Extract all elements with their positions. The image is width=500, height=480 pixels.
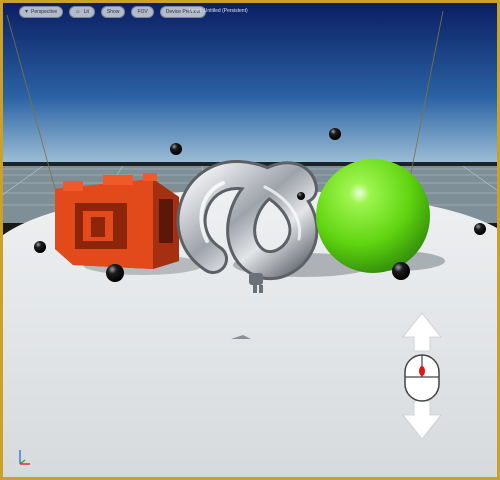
viewmode-button[interactable]: ▾ Perspective	[19, 6, 64, 18]
show-button[interactable]: Show	[100, 6, 126, 18]
lit-button[interactable]: ☼ Lit	[69, 6, 95, 18]
black-ball[interactable]	[329, 128, 341, 140]
show-label: Show	[106, 9, 120, 15]
xyz-axis-icon	[19, 450, 30, 465]
mouse-pan-gizmo-icon[interactable]	[399, 311, 445, 443]
viewport-toolbar: ▾ Perspective ☼ Lit Show FOV Device Prev…	[19, 6, 207, 18]
black-ball[interactable]	[297, 192, 305, 200]
lit-label: Lit	[83, 9, 89, 15]
black-ball[interactable]	[392, 262, 410, 280]
black-ball[interactable]	[474, 223, 486, 235]
fov-button[interactable]: FOV	[131, 6, 154, 18]
black-ball[interactable]	[34, 241, 46, 253]
black-ball[interactable]	[170, 143, 182, 155]
green-sphere-mesh[interactable]	[316, 159, 430, 273]
level-viewport[interactable]: ▾ Perspective ☼ Lit Show FOV Device Prev…	[0, 0, 500, 480]
black-ball[interactable]	[106, 264, 124, 282]
sky	[3, 3, 497, 173]
viewmode-label: Perspective	[31, 9, 58, 15]
fov-label: FOV	[137, 9, 148, 15]
red-cube-mesh[interactable]	[55, 173, 179, 269]
sun-icon: ☼	[75, 9, 81, 15]
camera-menu-icon: ▾	[25, 9, 29, 15]
level-name-label: Level: Untitled (Persistent)	[189, 8, 248, 14]
